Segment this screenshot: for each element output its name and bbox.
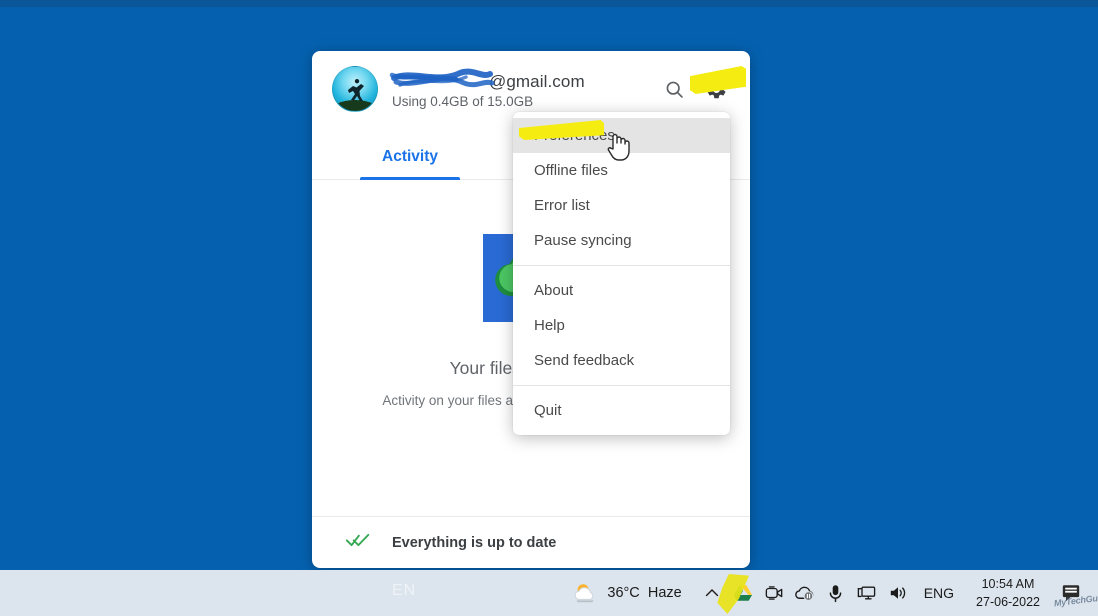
weather-condition: Haze — [647, 585, 682, 601]
menu-item-about[interactable]: About — [513, 273, 730, 308]
notification-center-button[interactable]: MyTechGuide — [1050, 583, 1098, 608]
chevron-up-icon — [705, 589, 718, 597]
search-button[interactable] — [656, 71, 692, 107]
account-info: @gmail.com Using 0.4GB of 15.0GB — [389, 68, 656, 109]
display-icon — [857, 586, 876, 600]
tray-display-button[interactable] — [853, 576, 881, 610]
taskbar: EN 36°C Haze ENG 10:54 AM 27-06-2022 MyT… — [0, 570, 1098, 616]
notification-icon — [1062, 585, 1080, 602]
menu-separator — [513, 265, 730, 266]
taskbar-clock[interactable]: 10:54 AM 27-06-2022 — [966, 575, 1050, 611]
taskbar-watermark: EN — [392, 582, 417, 599]
account-email-row: @gmail.com — [389, 68, 656, 92]
menu-item-pause-syncing[interactable]: Pause syncing — [513, 223, 730, 258]
menu-item-quit[interactable]: Quit — [513, 393, 730, 428]
search-icon — [666, 81, 683, 98]
avatar-figure-icon — [348, 79, 364, 101]
tray-volume-button[interactable] — [884, 576, 912, 610]
menu-item-help-label: Help — [534, 317, 565, 334]
onedrive-paused-icon — [795, 586, 814, 602]
system-tray — [692, 576, 912, 610]
microphone-icon — [829, 584, 842, 602]
menu-item-offline-files-label: Offline files — [534, 162, 608, 179]
google-drive-icon — [733, 585, 752, 601]
language-indicator[interactable]: ENG — [912, 585, 966, 601]
menu-item-error-list-label: Error list — [534, 197, 590, 214]
storage-usage-text: Using 0.4GB of 15.0GB — [392, 93, 534, 109]
tray-google-drive-button[interactable] — [729, 576, 757, 610]
menu-item-preferences[interactable]: Preferences — [513, 118, 730, 153]
sync-status-text: Everything is up to date — [392, 534, 557, 551]
menu-item-help[interactable]: Help — [513, 308, 730, 343]
panel-footer: Everything is up to date — [312, 516, 750, 568]
tray-webcam-button[interactable] — [760, 576, 788, 610]
weather-temperature: 36°C — [607, 585, 640, 601]
menu-item-error-list[interactable]: Error list — [513, 188, 730, 223]
tab-activity[interactable]: Activity — [360, 148, 460, 180]
webcam-icon — [765, 586, 783, 600]
double-check-icon — [345, 532, 370, 553]
menu-item-send-feedback-label: Send feedback — [534, 352, 635, 369]
tray-onedrive-button[interactable] — [791, 576, 819, 610]
clock-time: 10:54 AM — [981, 576, 1035, 591]
tray-microphone-button[interactable] — [822, 576, 850, 610]
account-email-domain: @gmail.com — [489, 71, 585, 91]
menu-item-send-feedback[interactable]: Send feedback — [513, 343, 730, 378]
menu-item-offline-files[interactable]: Offline files — [513, 153, 730, 188]
clock-date: 27-06-2022 — [976, 595, 1040, 609]
sun-behind-cloud-icon — [575, 584, 594, 603]
weather-text: 36°C Haze — [607, 585, 681, 601]
weather-widget[interactable]: 36°C Haze — [562, 573, 691, 613]
settings-context-menu: Preferences Offline files Error list Pau… — [513, 112, 730, 435]
tray-chevron-up-button[interactable] — [698, 576, 726, 610]
menu-item-about-label: About — [534, 282, 574, 299]
volume-icon — [890, 587, 905, 599]
email-redaction-scribble — [389, 68, 495, 87]
menu-item-pause-syncing-label: Pause syncing — [534, 232, 632, 249]
menu-item-preferences-label: Preferences — [534, 127, 615, 144]
desktop-top-strip — [0, 0, 1098, 7]
menu-item-quit-label: Quit — [534, 402, 562, 419]
tab-activity-label: Activity — [382, 148, 438, 165]
avatar[interactable] — [332, 66, 378, 112]
menu-separator — [513, 385, 730, 386]
